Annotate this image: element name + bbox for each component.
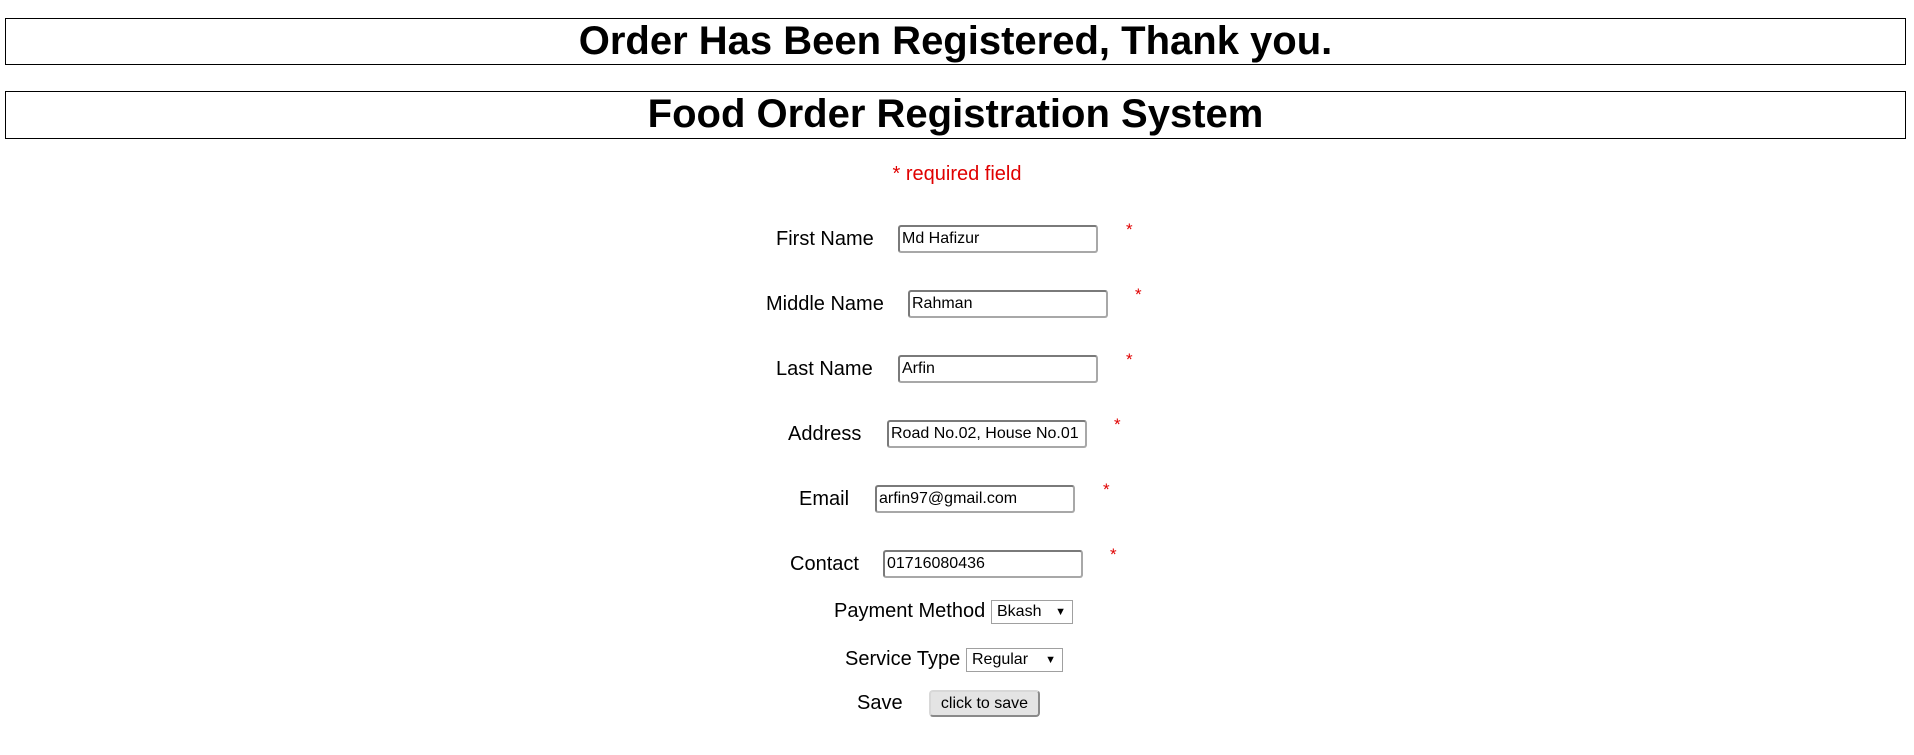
payment-method-selected: Bkash	[997, 603, 1042, 620]
service-type-label: Service Type	[845, 648, 961, 670]
address-label: Address	[788, 423, 862, 445]
first-name-input[interactable]	[898, 225, 1098, 253]
address-required-marker: *	[1114, 415, 1121, 434]
payment-method-label: Payment Method	[834, 600, 986, 622]
contact-input[interactable]	[883, 550, 1083, 578]
contact-required-marker: *	[1110, 545, 1117, 564]
last-name-label: Last Name	[776, 358, 873, 380]
first-name-required-marker: *	[1126, 220, 1133, 239]
save-label: Save	[857, 692, 903, 714]
order-registered-banner: Order Has Been Registered, Thank you.	[5, 18, 1906, 65]
email-input[interactable]	[875, 485, 1075, 513]
payment-method-select[interactable]: Bkash ▼	[991, 600, 1073, 624]
last-name-input[interactable]	[898, 355, 1098, 383]
first-name-label: First Name	[776, 228, 874, 250]
email-label: Email	[799, 488, 850, 510]
chevron-down-icon: ▼	[1055, 606, 1066, 618]
address-input[interactable]	[887, 420, 1087, 448]
save-button[interactable]: click to save	[929, 690, 1040, 717]
page-title: Food Order Registration System	[5, 91, 1906, 139]
middle-name-label: Middle Name	[766, 293, 884, 315]
last-name-required-marker: *	[1126, 350, 1133, 369]
service-type-selected: Regular	[972, 651, 1029, 668]
middle-name-input[interactable]	[908, 290, 1108, 318]
email-required-marker: *	[1103, 480, 1110, 499]
chevron-down-icon: ▼	[1045, 654, 1056, 666]
contact-label: Contact	[790, 553, 859, 575]
middle-name-required-marker: *	[1135, 285, 1142, 304]
required-field-note: * required field	[892, 163, 1022, 185]
service-type-select[interactable]: Regular ▼	[966, 648, 1063, 672]
